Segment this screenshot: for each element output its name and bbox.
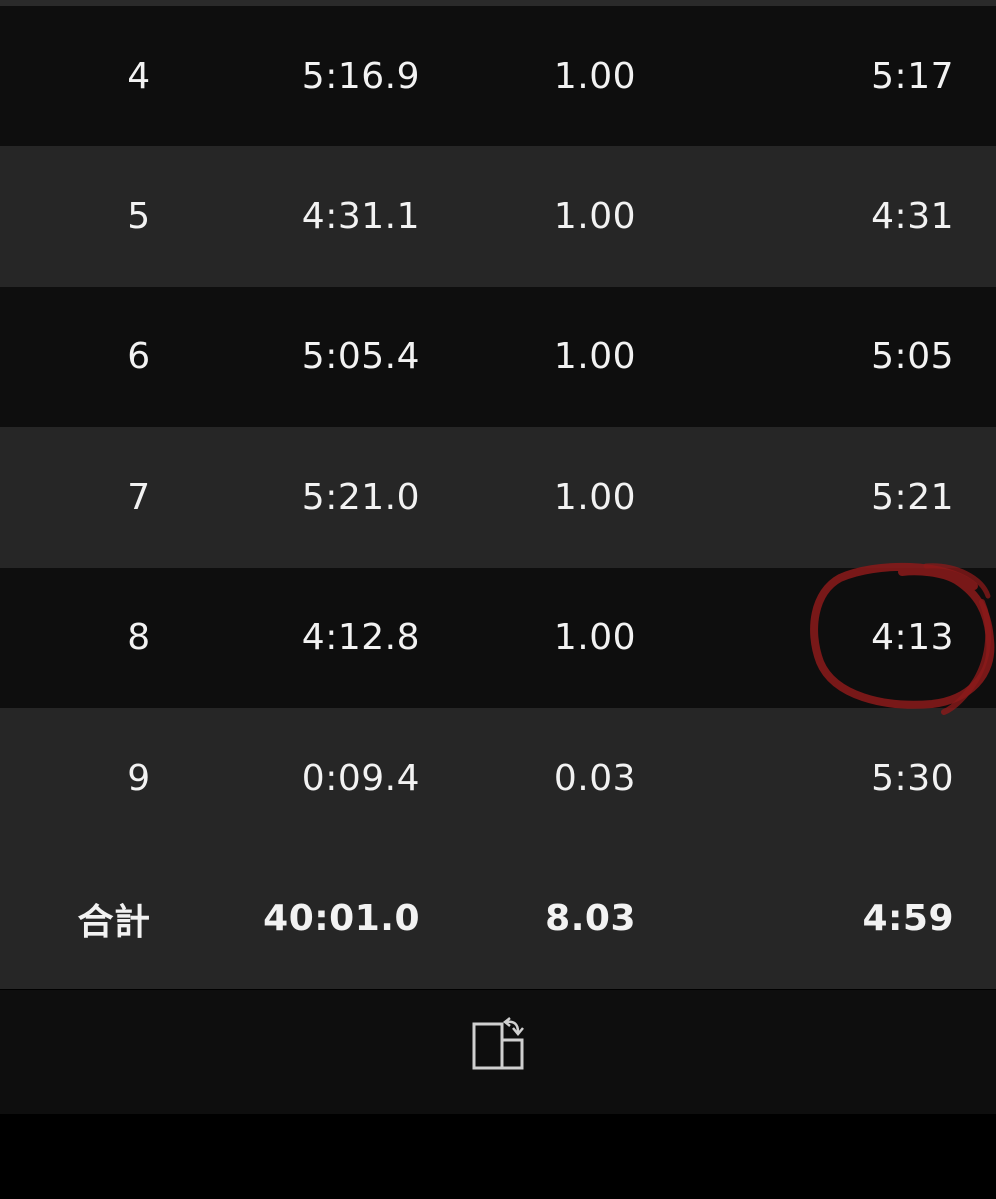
lap-time: 0:09.4: [301, 757, 420, 799]
footer-toolbar: [0, 990, 996, 1114]
lap-number: 7: [127, 476, 151, 518]
rotate-screen-icon: [472, 1017, 524, 1070]
lap-pace: 4:13: [871, 617, 954, 659]
lap-number: 4: [127, 55, 151, 97]
lap-pace: 5:05: [871, 336, 954, 378]
lap-distance: 1.00: [553, 476, 636, 518]
lap-distance: 1.00: [553, 196, 636, 238]
total-label: 合計: [77, 901, 151, 943]
total-time: 40:01.0: [263, 898, 420, 940]
rotate-screen-button[interactable]: [468, 1014, 530, 1074]
lap-time: 5:05.4: [301, 336, 420, 378]
lap-time: 5:21.0: [301, 476, 420, 518]
lap-pace: 4:31: [871, 196, 954, 238]
lap-distance: 1.00: [553, 55, 636, 97]
laps-table: 4 5:16.9 1.00 5:17 5 4:31.1 1.00 4:31 6 …: [0, 6, 996, 989]
total-distance: 8.03: [545, 898, 636, 940]
table-row: 7 5:21.0 1.00 5:21: [0, 427, 996, 568]
lap-number: 6: [127, 336, 151, 378]
total-row: 合計 40:01.0 8.03 4:59: [0, 848, 996, 989]
lap-pace: 5:17: [871, 55, 954, 97]
bottom-area: [0, 1114, 996, 1199]
table-row: 8 4:12.8 1.00 4:13: [0, 567, 996, 708]
lap-time: 5:16.9: [301, 55, 420, 97]
table-row: 9 0:09.4 0.03 5:30: [0, 707, 996, 849]
lap-number: 8: [127, 617, 151, 659]
lap-distance: 0.03: [553, 757, 636, 799]
lap-number: 9: [127, 757, 151, 799]
lap-time: 4:31.1: [301, 196, 420, 238]
lap-distance: 1.00: [553, 336, 636, 378]
table-row: 5 4:31.1 1.00 4:31: [0, 146, 996, 287]
total-pace: 4:59: [862, 898, 954, 940]
lap-pace: 5:21: [871, 476, 954, 518]
lap-time: 4:12.8: [301, 617, 420, 659]
lap-distance: 1.00: [553, 617, 636, 659]
table-row: 6 5:05.4 1.00 5:05: [0, 286, 996, 428]
lap-number: 5: [127, 196, 151, 238]
table-row: 4 5:16.9 1.00 5:17: [0, 6, 996, 147]
lap-pace: 5:30: [871, 757, 954, 799]
